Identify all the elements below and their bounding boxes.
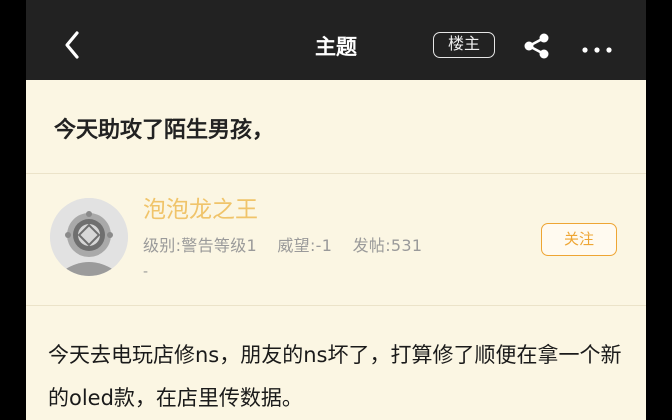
author-post-count: 发帖:531 (352, 236, 423, 255)
app-screen: 主题 楼主 今天助攻了陌生男孩， 泡泡龙之王 级别:警告等级1 威望:-1 发帖… (26, 0, 646, 420)
ellipsis-icon (582, 47, 612, 53)
follow-button[interactable]: 关注 (541, 223, 617, 256)
author-avatar[interactable] (50, 198, 128, 276)
diving-helmet-avatar-icon (50, 198, 128, 276)
top-nav-bar: 主题 楼主 (26, 0, 646, 80)
divider (26, 305, 646, 306)
share-button[interactable] (522, 33, 552, 59)
post-body: 今天去电玩店修ns，朋友的ns坏了，打算修了顺便在拿一个新的oled款，在店里传… (48, 343, 622, 410)
author-name[interactable]: 泡泡龙之王 (143, 190, 258, 224)
author-extra: - (143, 264, 149, 280)
op-only-toggle[interactable]: 楼主 (433, 32, 495, 58)
divider (26, 173, 646, 174)
page-title: 主题 (315, 35, 357, 59)
share-icon (524, 33, 549, 59)
author-level: 级别:警告等级1 (143, 236, 257, 255)
author-meta: 级别:警告等级1 威望:-1 发帖:531 (143, 232, 437, 256)
author-reputation: 威望:-1 (277, 236, 333, 255)
post-title: 今天助攻了陌生男孩， (54, 118, 275, 143)
more-options-button[interactable] (581, 40, 613, 53)
